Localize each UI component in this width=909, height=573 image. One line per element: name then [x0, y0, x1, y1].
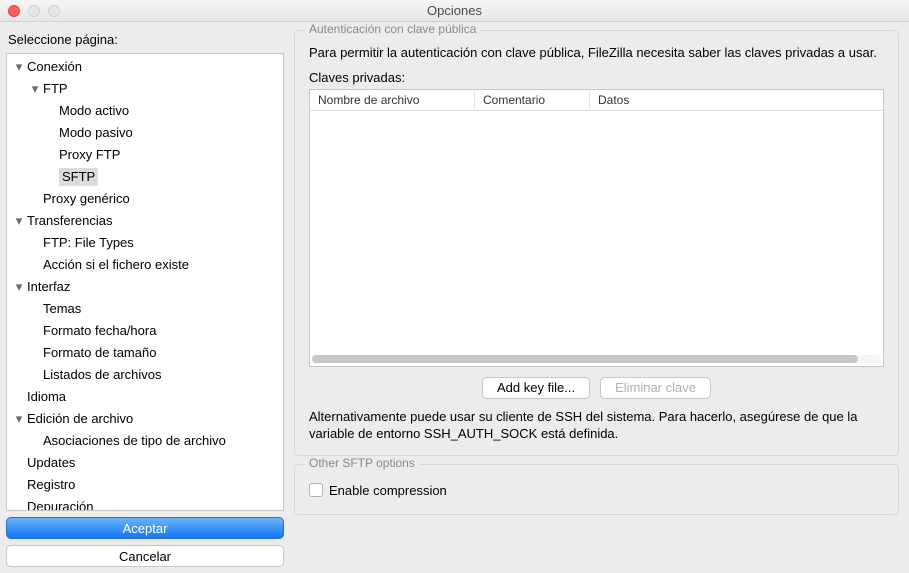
- enable-compression-row[interactable]: Enable compression: [309, 479, 884, 502]
- table-header: Nombre de archivo Comentario Datos: [310, 90, 883, 111]
- tree-ftp-proxy[interactable]: Proxy FTP: [7, 144, 283, 166]
- tree-logging[interactable]: Registro: [7, 474, 283, 496]
- scrollbar-thumb[interactable]: [312, 355, 858, 363]
- enable-compression-checkbox[interactable]: [309, 483, 323, 497]
- zoom-icon: [48, 5, 60, 17]
- group-other-sftp: Other SFTP options Enable compression: [294, 464, 899, 515]
- tree-date-format[interactable]: Formato fecha/hora: [7, 320, 283, 342]
- enable-compression-label: Enable compression: [329, 483, 447, 498]
- tree-language[interactable]: Idioma: [7, 386, 283, 408]
- column-comment[interactable]: Comentario: [475, 90, 590, 110]
- chevron-down-icon: ▾: [13, 281, 25, 293]
- minimize-icon: [28, 5, 40, 17]
- tree-connection[interactable]: ▾Conexión: [7, 56, 283, 78]
- sidebar-heading: Seleccione página:: [6, 28, 284, 49]
- tree-updates[interactable]: Updates: [7, 452, 283, 474]
- page-tree[interactable]: ▾Conexión ▾FTP Modo activo Modo pasivo P…: [6, 53, 284, 511]
- chevron-down-icon: ▾: [13, 413, 25, 425]
- close-icon[interactable]: [8, 5, 20, 17]
- ssh-note: Alternativamente puede usar su cliente d…: [309, 409, 884, 443]
- tree-file-listings[interactable]: Listados de archivos: [7, 364, 283, 386]
- column-data[interactable]: Datos: [590, 90, 883, 110]
- chevron-down-icon: ▾: [13, 61, 25, 73]
- chevron-down-icon: ▾: [13, 215, 25, 227]
- cancel-button[interactable]: Cancelar: [6, 545, 284, 567]
- tree-file-editing[interactable]: ▾Edición de archivo: [7, 408, 283, 430]
- private-keys-table[interactable]: Nombre de archivo Comentario Datos: [309, 89, 884, 367]
- remove-key-button: Eliminar clave: [600, 377, 711, 399]
- add-key-button[interactable]: Add key file...: [482, 377, 590, 399]
- tree-debugging[interactable]: Depuración: [7, 496, 283, 511]
- tree-associations[interactable]: Asociaciones de tipo de archivo: [7, 430, 283, 452]
- tree-ftp[interactable]: ▾FTP: [7, 78, 283, 100]
- accept-button[interactable]: Aceptar: [6, 517, 284, 539]
- private-keys-label: Claves privadas:: [309, 70, 884, 85]
- tree-sftp[interactable]: SFTP: [7, 166, 283, 188]
- tree-file-exists[interactable]: Acción si el fichero existe: [7, 254, 283, 276]
- column-filename[interactable]: Nombre de archivo: [310, 90, 475, 110]
- main-panel: Autenticación con clave pública Para per…: [290, 22, 909, 573]
- horizontal-scrollbar[interactable]: [310, 352, 883, 366]
- traffic-lights: [8, 5, 60, 17]
- titlebar: Opciones: [0, 0, 909, 22]
- tree-generic-proxy[interactable]: Proxy genérico: [7, 188, 283, 210]
- tree-ftp-file-types[interactable]: FTP: File Types: [7, 232, 283, 254]
- chevron-down-icon: ▾: [29, 83, 41, 95]
- tree-interface[interactable]: ▾Interfaz: [7, 276, 283, 298]
- tree-ftp-passive[interactable]: Modo pasivo: [7, 122, 283, 144]
- tree-transfers[interactable]: ▾Transferencias: [7, 210, 283, 232]
- group-title-auth: Autenticación con clave pública: [305, 22, 480, 36]
- window-title: Opciones: [0, 3, 909, 18]
- table-body[interactable]: [310, 111, 883, 352]
- sidebar: Seleccione página: ▾Conexión ▾FTP Modo a…: [0, 22, 290, 573]
- group-title-other: Other SFTP options: [305, 456, 419, 470]
- group-public-key-auth: Autenticación con clave pública Para per…: [294, 30, 899, 456]
- auth-description: Para permitir la autenticación con clave…: [309, 45, 884, 62]
- tree-themes[interactable]: Temas: [7, 298, 283, 320]
- tree-size-format[interactable]: Formato de tamaño: [7, 342, 283, 364]
- tree-ftp-active[interactable]: Modo activo: [7, 100, 283, 122]
